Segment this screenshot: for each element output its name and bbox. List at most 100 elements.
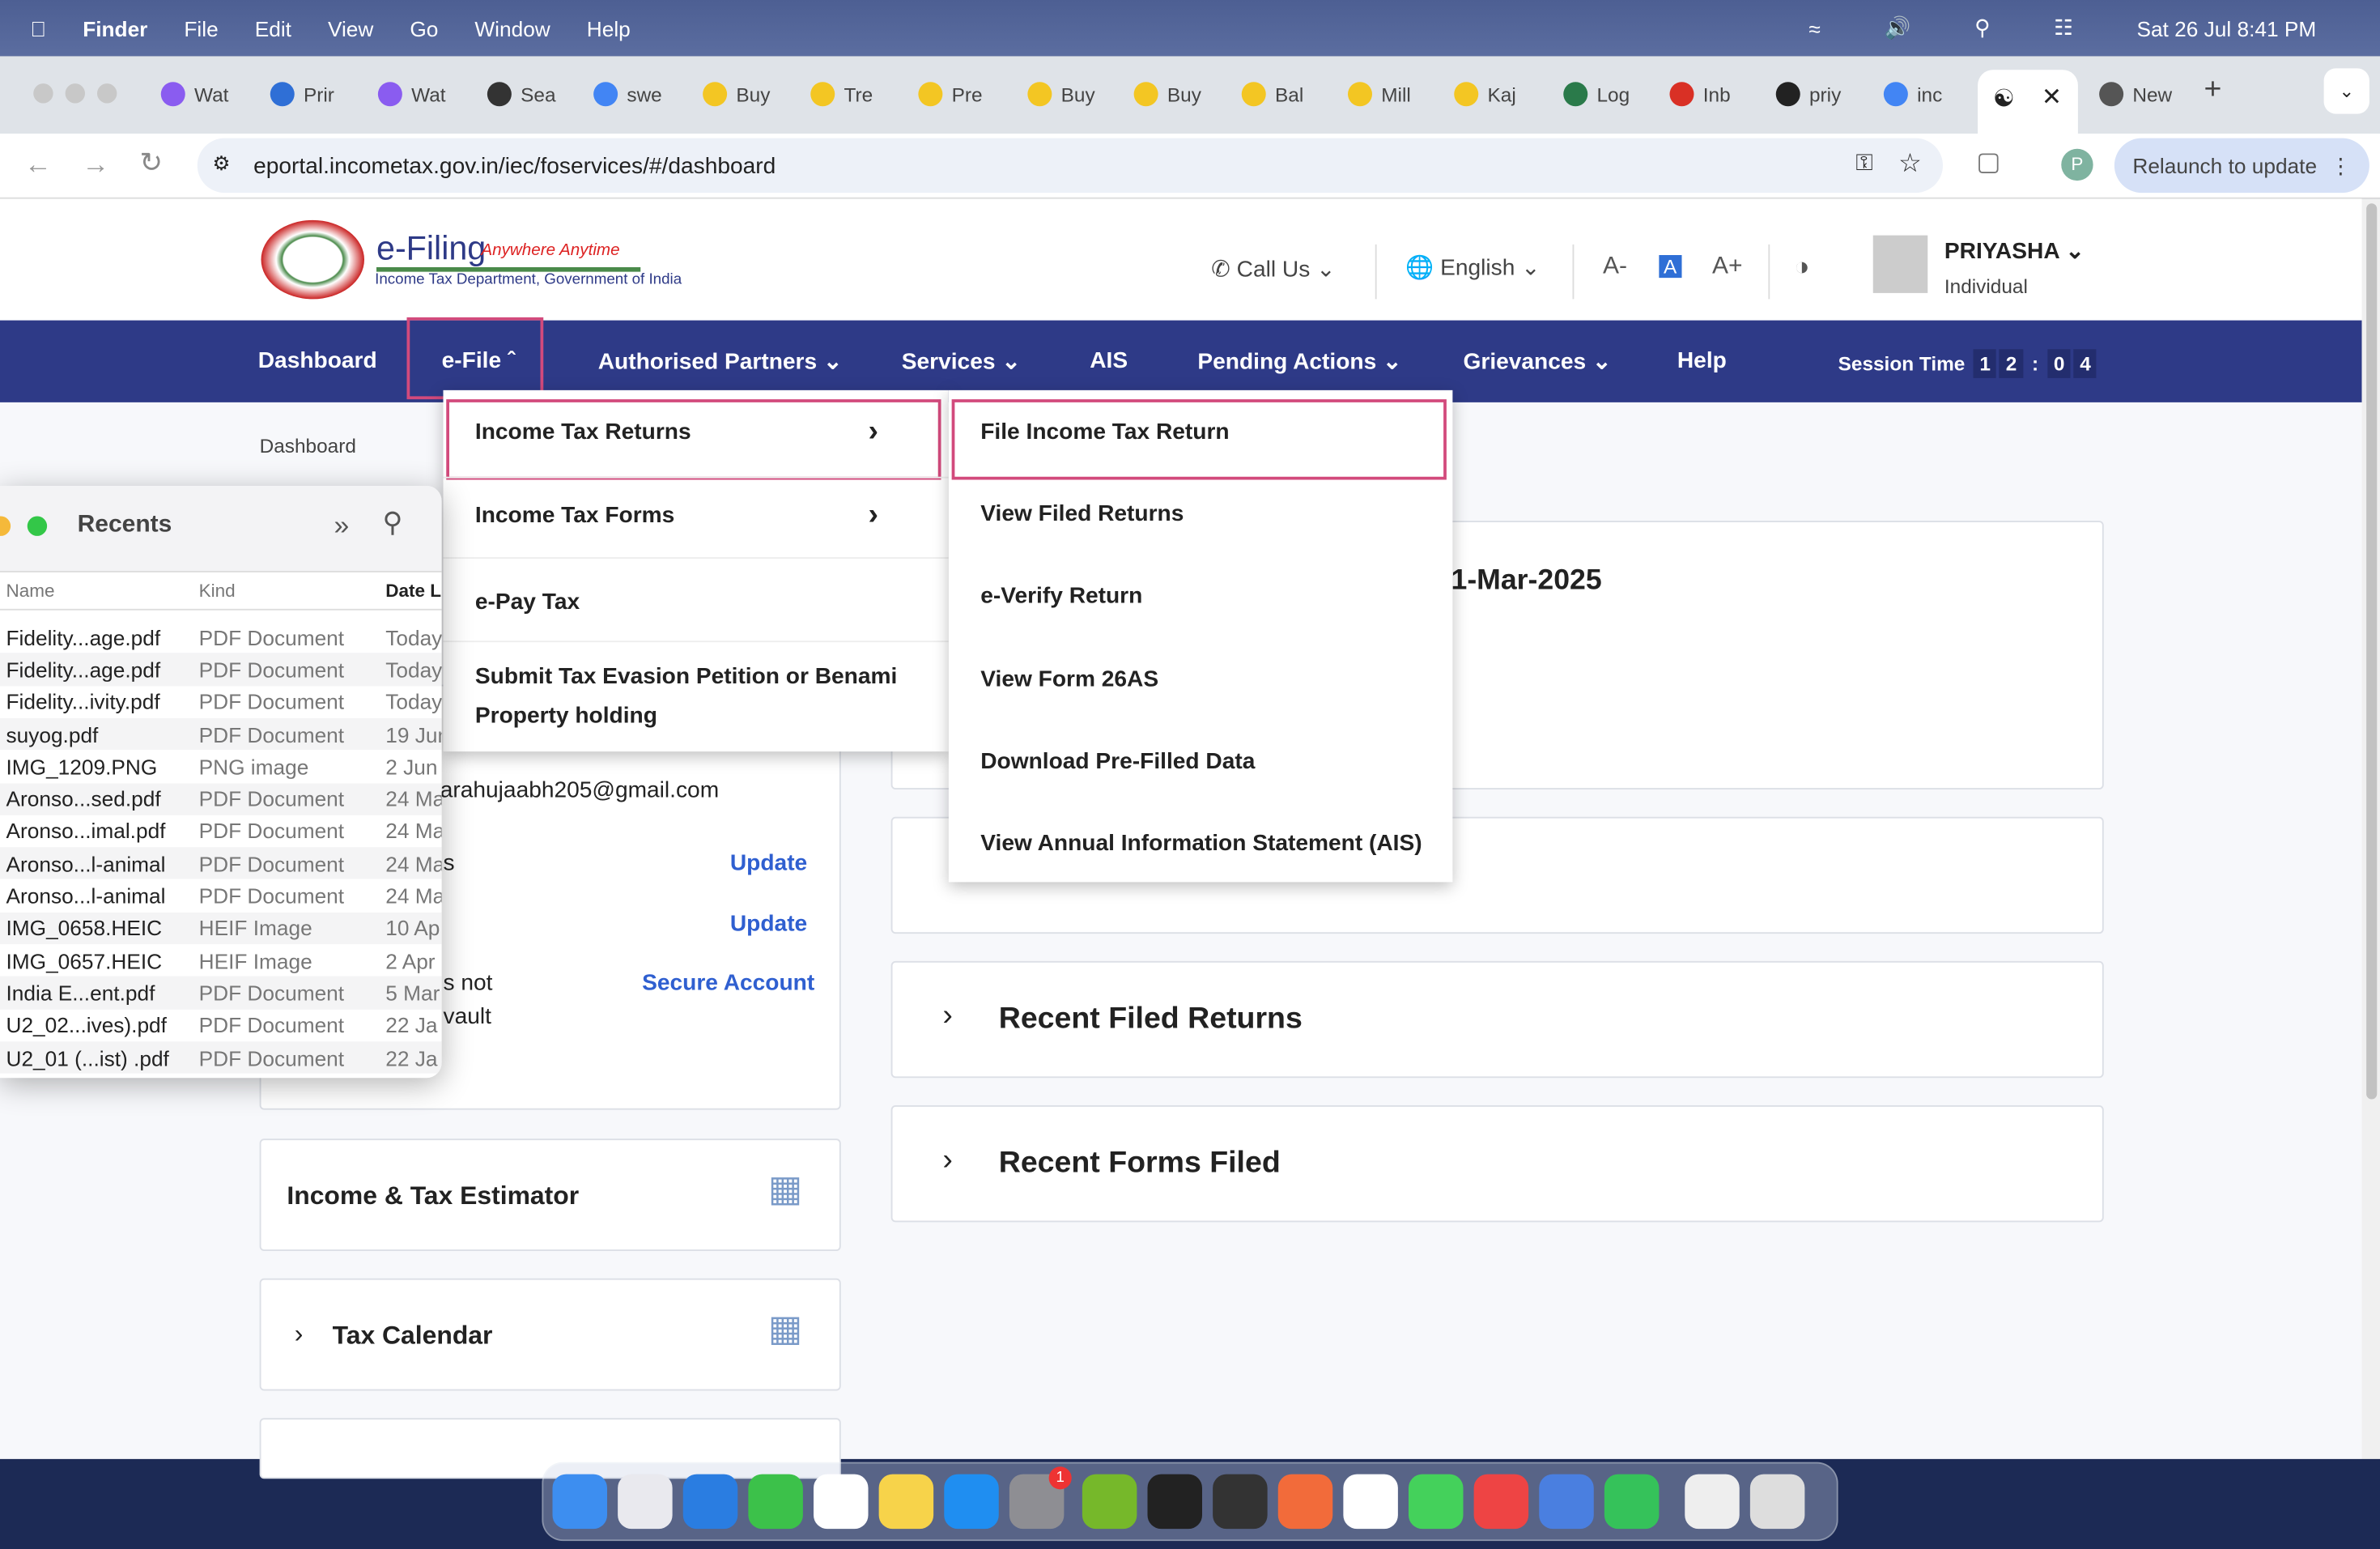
update-link-1[interactable]: Update <box>730 850 807 876</box>
key-icon[interactable]: ⚿ <box>1855 151 1872 177</box>
nav-help[interactable]: Help <box>1677 347 1727 373</box>
unity-icon[interactable] <box>1213 1475 1268 1530</box>
nav-services[interactable]: Services ⌄ <box>902 347 1021 375</box>
browser-tab[interactable]: Wat <box>378 78 446 111</box>
relaunch-button[interactable]: Relaunch to update⋮ <box>2114 138 2369 194</box>
column-kind[interactable]: Kind <box>199 580 236 601</box>
extensions-icon[interactable]: ▢ <box>1976 147 2000 178</box>
reminders-icon[interactable] <box>814 1475 869 1530</box>
bookmark-star-icon[interactable]: ☆ <box>1898 149 1922 180</box>
control-center-icon[interactable]: ☷ <box>2054 15 2073 41</box>
user-avatar[interactable] <box>1873 236 1928 293</box>
finder-row[interactable]: Fidelity...age.pdfPDF DocumentToday <box>0 653 442 686</box>
submenu-view-filed-returns[interactable]: View Filed Returns <box>980 501 1184 527</box>
call-us-dropdown[interactable]: ✆ Call Us ⌄ <box>1211 255 1335 283</box>
chrome-icon[interactable] <box>1474 1475 1529 1530</box>
browser-tab[interactable]: Sea <box>487 78 556 111</box>
tax-calendar-card[interactable]: › Tax Calendar ▦ <box>260 1279 841 1391</box>
menubar-clock[interactable]: Sat 26 Jul 8:41 PM <box>2136 16 2316 40</box>
menu-go[interactable]: Go <box>410 16 438 40</box>
facetime-icon[interactable] <box>748 1475 803 1530</box>
tab-search-chevron-icon[interactable]: ⌄ <box>2324 68 2369 113</box>
trash-icon[interactable] <box>1750 1475 1805 1530</box>
new-tab-button[interactable]: + <box>2204 73 2222 108</box>
app-store-icon[interactable] <box>944 1475 999 1530</box>
safari-icon[interactable] <box>683 1475 738 1530</box>
close-tab-icon[interactable]: ✕ <box>2042 82 2062 113</box>
browser-tab[interactable]: Wat <box>161 78 229 111</box>
nav-grievances[interactable]: Grievances ⌄ <box>1464 347 1612 375</box>
toolbar-overflow-icon[interactable]: » <box>334 510 350 542</box>
browser-tab[interactable]: Buy <box>703 78 770 111</box>
finder-row[interactable]: U2_02...ives).pdfPDF Document22 Ja <box>0 1009 442 1041</box>
submenu-everify-return[interactable]: e-Verify Return <box>980 583 1142 609</box>
browser-tab[interactable]: Pre <box>918 78 982 111</box>
finder-row[interactable]: Aronso...l-animalPDF Document24 Ma <box>0 847 442 879</box>
reload-icon[interactable]: ↻ <box>140 147 163 179</box>
browser-tab[interactable]: Buy <box>1134 78 1201 111</box>
active-tab[interactable]: ☯ ✕ <box>1978 70 2078 135</box>
browser-tab[interactable]: Bal <box>1242 78 1303 111</box>
pencil-app-icon[interactable] <box>1278 1475 1333 1530</box>
document-icon[interactable] <box>1685 1475 1740 1530</box>
income-tax-estimator-card[interactable]: Income & Tax Estimator ▦ <box>260 1138 841 1251</box>
submenu-view-form-26as[interactable]: View Form 26AS <box>980 666 1158 692</box>
column-date[interactable]: Date L <box>385 580 441 601</box>
menu-window[interactable]: Window <box>474 16 550 40</box>
volume-icon[interactable]: 🔊 <box>1885 15 1911 41</box>
system-settings-icon[interactable]: 1 <box>1009 1475 1065 1530</box>
utorrent-icon[interactable] <box>1082 1475 1137 1530</box>
submenu-download-prefilled[interactable]: Download Pre-Filled Data <box>980 748 1255 774</box>
menu-item-tax-evasion-petition[interactable]: Submit Tax Evasion Petition or BenamiPro… <box>444 640 949 751</box>
menu-help[interactable]: Help <box>587 16 631 40</box>
notes-icon[interactable] <box>879 1475 934 1530</box>
browser-tab[interactable]: inc <box>1884 78 1942 111</box>
search-icon[interactable]: ⚲ <box>383 507 403 538</box>
menubar-app[interactable]: Finder <box>83 16 147 40</box>
window-controls[interactable] <box>33 83 117 103</box>
browser-tab[interactable]: Prir <box>270 78 334 111</box>
site-info-icon[interactable]: ⚙ <box>213 152 231 177</box>
whatsapp-icon[interactable] <box>1604 1475 1660 1530</box>
page-scrollbar[interactable] <box>2362 199 2380 1459</box>
menu-file[interactable]: File <box>184 16 218 40</box>
recent-filed-returns-card[interactable]: › Recent Filed Returns <box>891 961 2104 1078</box>
browser-tab[interactable]: New <box>2099 78 2172 111</box>
apple-icon[interactable]:  <box>31 16 47 40</box>
finder-icon[interactable] <box>553 1475 608 1530</box>
menu-view[interactable]: View <box>328 16 373 40</box>
browser-tab[interactable]: Mill <box>1348 78 1411 111</box>
column-name[interactable]: Name <box>6 580 55 601</box>
secure-account-link[interactable]: Secure Account <box>642 970 814 996</box>
menu-item-epay-tax[interactable]: e-Pay Tax <box>444 557 949 640</box>
back-icon[interactable]: ← <box>24 149 52 181</box>
submenu-view-ais[interactable]: View Annual Information Statement (AIS) <box>980 831 1422 857</box>
browser-tab[interactable]: Tre <box>810 78 873 111</box>
nav-pending-actions[interactable]: Pending Actions ⌄ <box>1197 347 1401 375</box>
breadcrumb[interactable]: Dashboard <box>260 434 356 457</box>
finder-row[interactable]: suyog.pdfPDF Document19 Jun <box>0 718 442 751</box>
proton-vpn-icon[interactable] <box>1539 1475 1594 1530</box>
browser-tab[interactable]: Log <box>1563 78 1630 111</box>
forward-icon[interactable]: → <box>82 149 109 181</box>
launchpad-icon[interactable] <box>618 1475 673 1530</box>
finder-row[interactable]: Fidelity...ivity.pdfPDF DocumentToday <box>0 686 442 718</box>
zoom-button[interactable] <box>28 517 47 536</box>
finder-row[interactable]: IMG_0658.HEICHEIF Image10 Ap <box>0 912 442 944</box>
more-icon[interactable]: ⋮ <box>2330 152 2351 178</box>
finder-row[interactable]: Aronso...l-animalPDF Document24 Ma <box>0 879 442 912</box>
minimize-button[interactable] <box>0 517 11 536</box>
menu-item-income-tax-forms[interactable]: Income Tax Forms› <box>444 477 949 557</box>
contrast-icon[interactable]: ◑ <box>1794 252 1809 283</box>
submenu-file-itr[interactable]: File Income Tax Return <box>980 419 1229 445</box>
font-decrease-button[interactable]: A- <box>1603 253 1627 281</box>
language-dropdown[interactable]: 🌐 English ⌄ <box>1405 253 1541 281</box>
recent-forms-filed-card[interactable]: › Recent Forms Filed <box>891 1105 2104 1222</box>
kindle-icon[interactable] <box>1343 1475 1398 1530</box>
finder-row[interactable]: Fidelity...age.pdfPDF DocumentToday <box>0 621 442 653</box>
finder-row[interactable]: IMG_0657.HEICHEIF Image2 Apr <box>0 944 442 977</box>
nav-ais[interactable]: AIS <box>1090 347 1128 373</box>
menu-edit[interactable]: Edit <box>255 16 291 40</box>
terminal-icon[interactable] <box>1148 1475 1203 1530</box>
browser-tab[interactable]: priy <box>1776 78 1842 111</box>
